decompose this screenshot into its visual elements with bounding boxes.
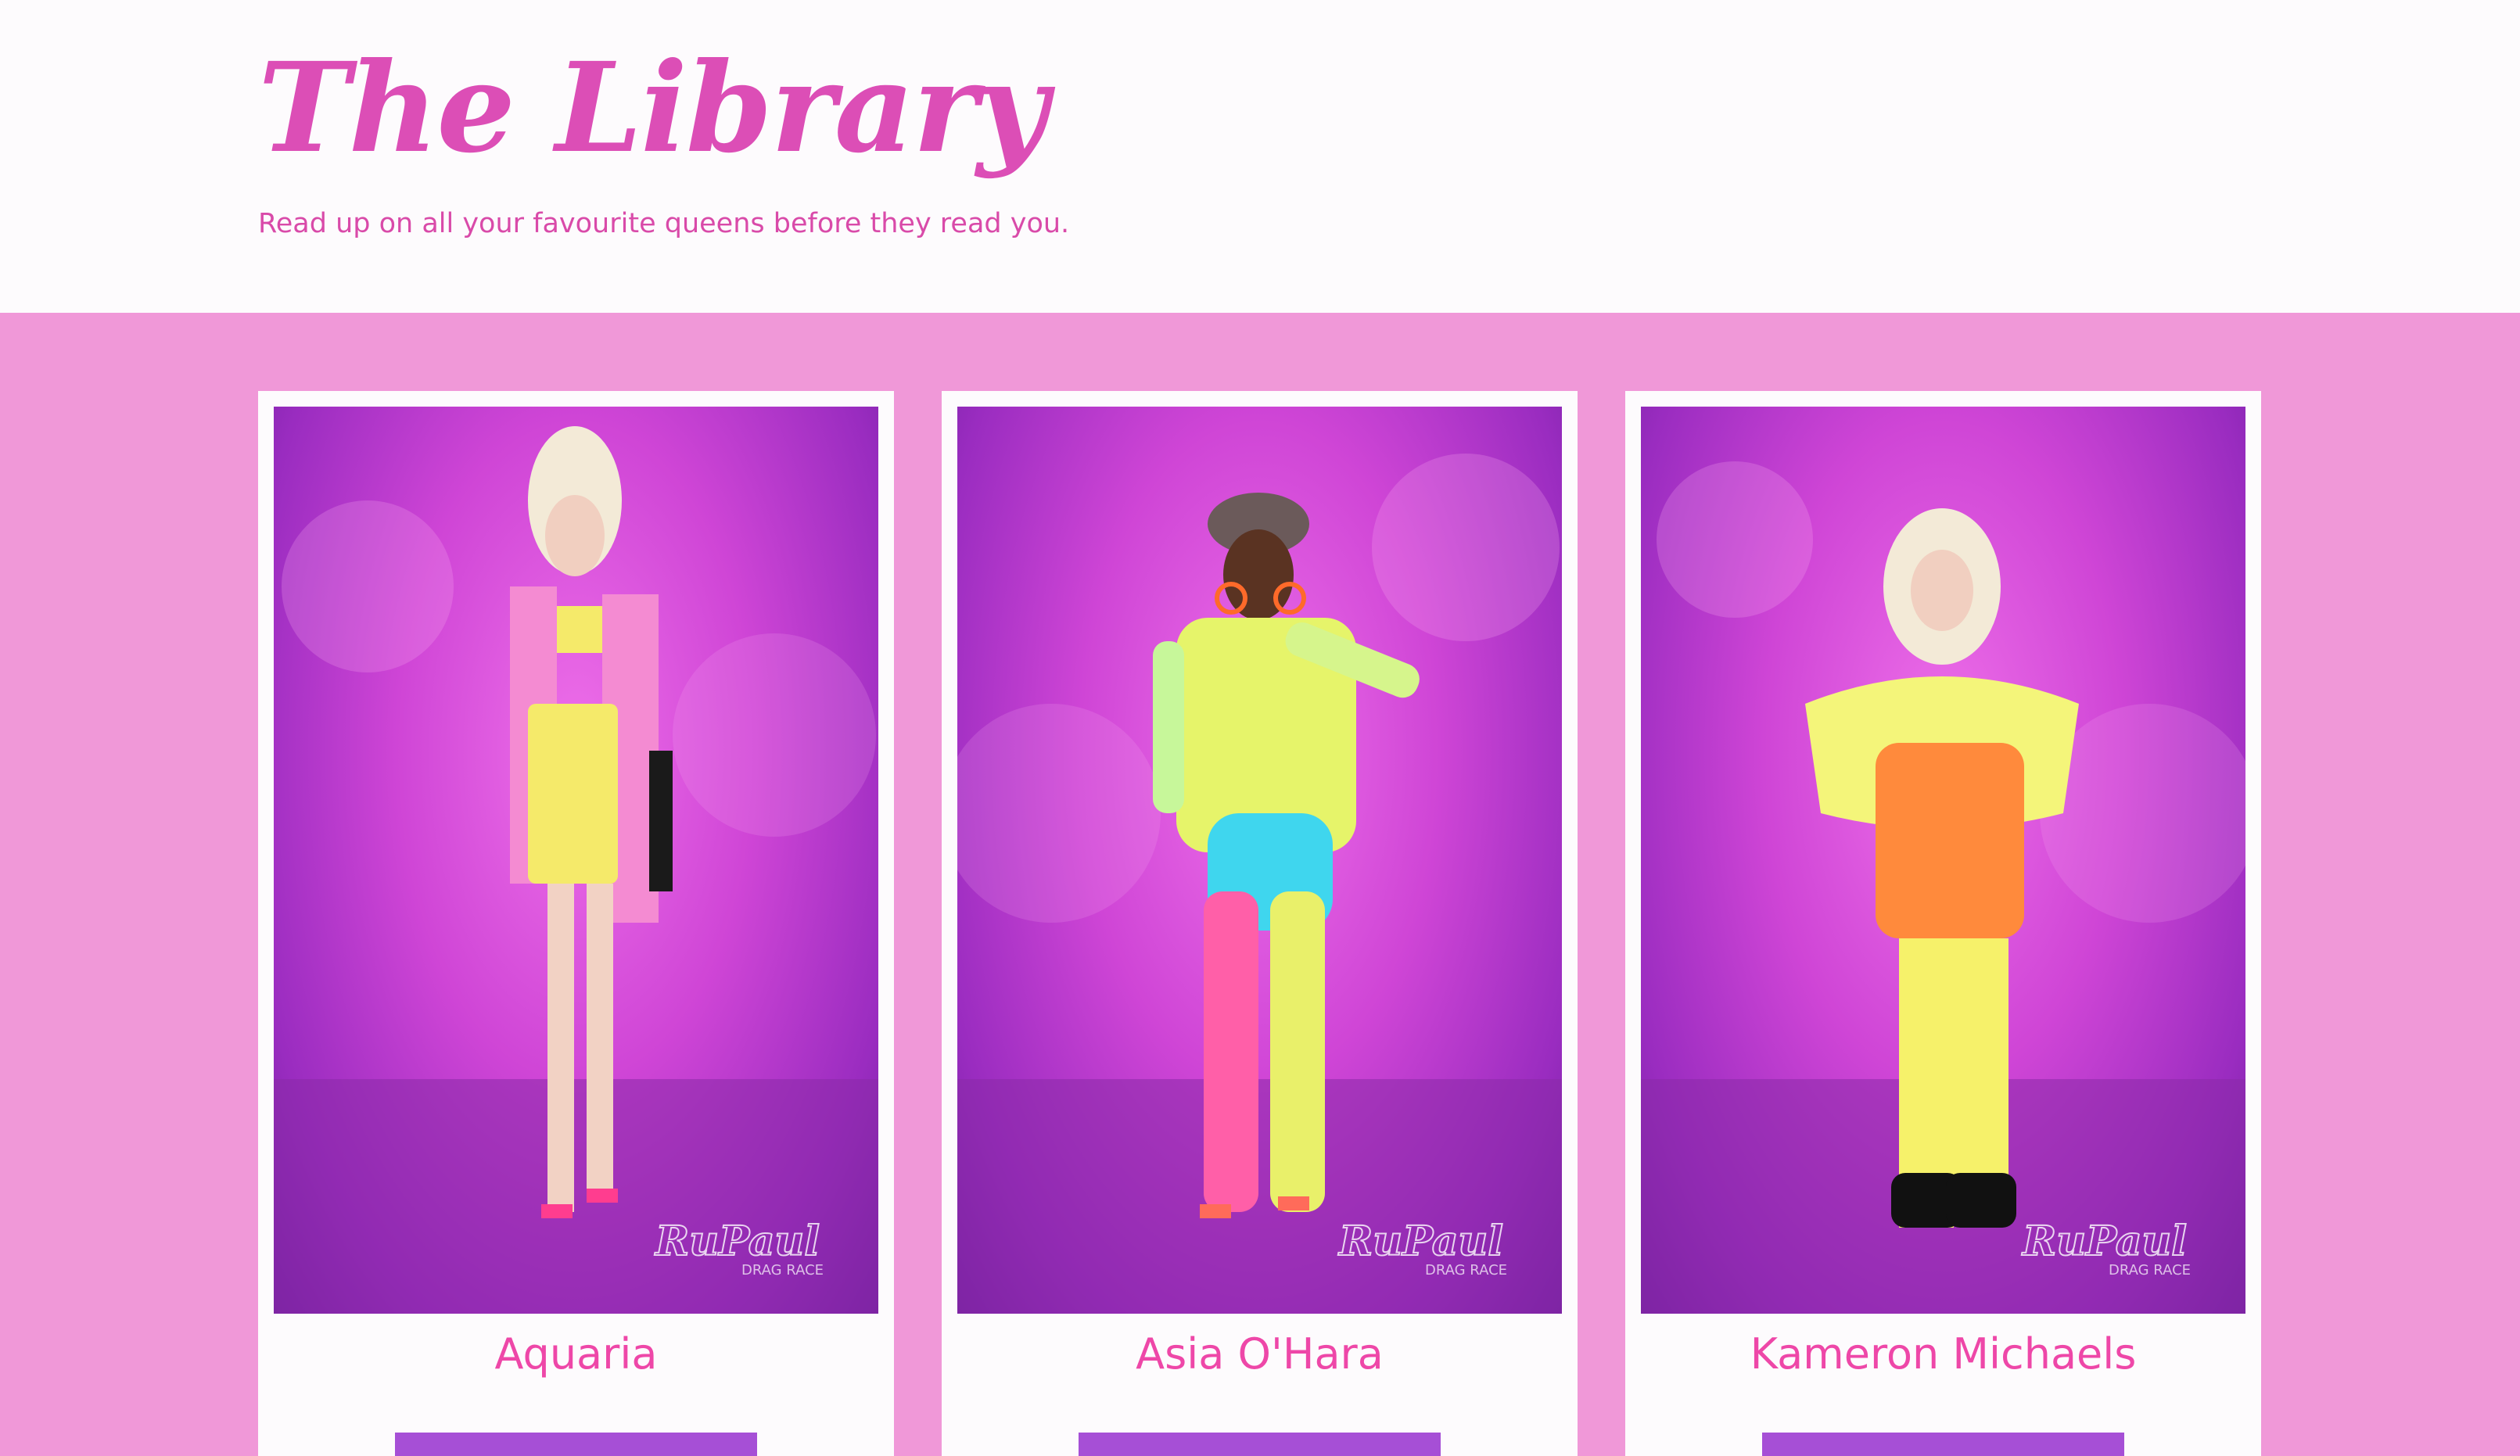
queen-name[interactable]: Aquaria bbox=[258, 1329, 894, 1379]
queen-card[interactable]: RuPaul DRAG RACE Asia O'Hara bbox=[942, 391, 1578, 1456]
queen-name[interactable]: Asia O'Hara bbox=[942, 1329, 1578, 1379]
svg-text:RuPaul: RuPaul bbox=[654, 1218, 820, 1265]
queens-gallery: RuPaul DRAG RACE Aquaria RuPaul DRAG RAC… bbox=[0, 313, 2520, 1456]
page-subtitle: Read up on all your favourite queens bef… bbox=[258, 208, 1070, 239]
read-more-button[interactable] bbox=[1079, 1433, 1441, 1456]
queen-portrait-image bbox=[274, 426, 878, 1314]
read-more-button[interactable] bbox=[1762, 1433, 2124, 1456]
queen-photo[interactable]: RuPaul DRAG RACE bbox=[1641, 407, 2245, 1314]
queen-name[interactable]: Kameron Michaels bbox=[1625, 1329, 2261, 1379]
queen-photo[interactable]: RuPaul DRAG RACE bbox=[957, 407, 1562, 1314]
queen-portrait-image bbox=[957, 454, 1562, 1314]
queen-portrait-image bbox=[1641, 461, 2245, 1314]
queen-card[interactable]: RuPaul DRAG RACE Aquaria bbox=[258, 391, 894, 1456]
queen-card[interactable]: RuPaul DRAG RACE Kameron Michaels bbox=[1625, 391, 2261, 1456]
svg-text:DRAG RACE: DRAG RACE bbox=[741, 1262, 824, 1278]
svg-text:RuPaul: RuPaul bbox=[2021, 1218, 2187, 1265]
page-header: The Library Read up on all your favourit… bbox=[0, 0, 2520, 313]
queen-photo[interactable]: RuPaul DRAG RACE bbox=[274, 407, 878, 1314]
rupaul-logo: RuPaul DRAG RACE bbox=[1337, 1217, 1507, 1278]
svg-text:DRAG RACE: DRAG RACE bbox=[2109, 1262, 2191, 1278]
svg-text:DRAG RACE: DRAG RACE bbox=[1425, 1262, 1507, 1278]
rupaul-logo: RuPaul DRAG RACE bbox=[2020, 1217, 2191, 1278]
rupaul-logo: RuPaul DRAG RACE bbox=[653, 1217, 824, 1278]
svg-text:RuPaul: RuPaul bbox=[1337, 1218, 1503, 1265]
read-more-button[interactable] bbox=[395, 1433, 757, 1456]
page-title: The Library bbox=[258, 36, 1048, 181]
